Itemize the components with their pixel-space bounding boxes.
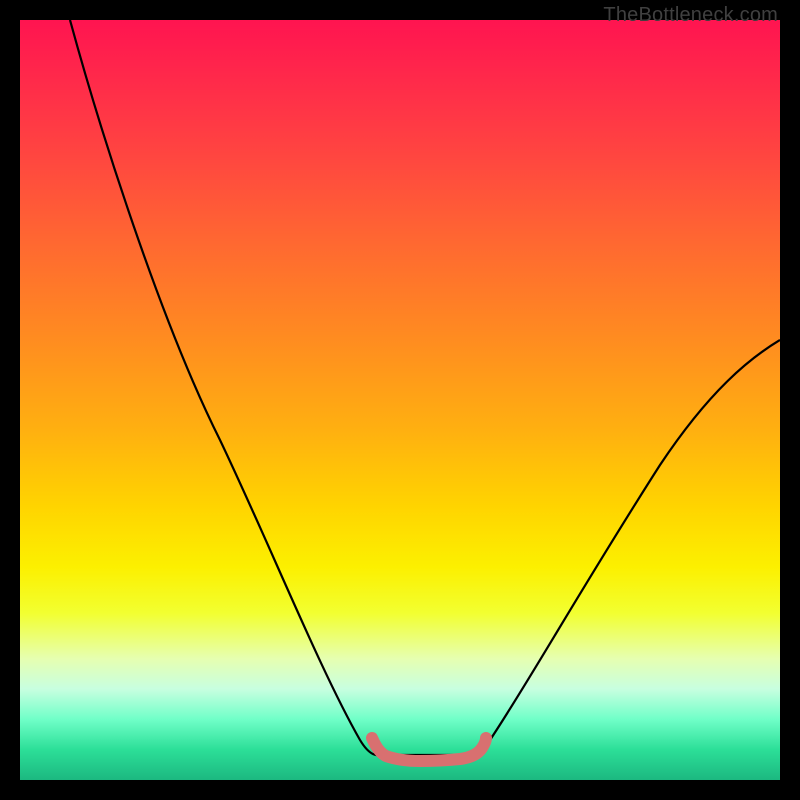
optimal-zone-marker — [372, 738, 486, 761]
chart-svg — [20, 20, 780, 780]
watermark-text: TheBottleneck.com — [603, 4, 778, 27]
bottleneck-curve — [70, 20, 780, 756]
gradient-plot-area — [20, 20, 780, 780]
